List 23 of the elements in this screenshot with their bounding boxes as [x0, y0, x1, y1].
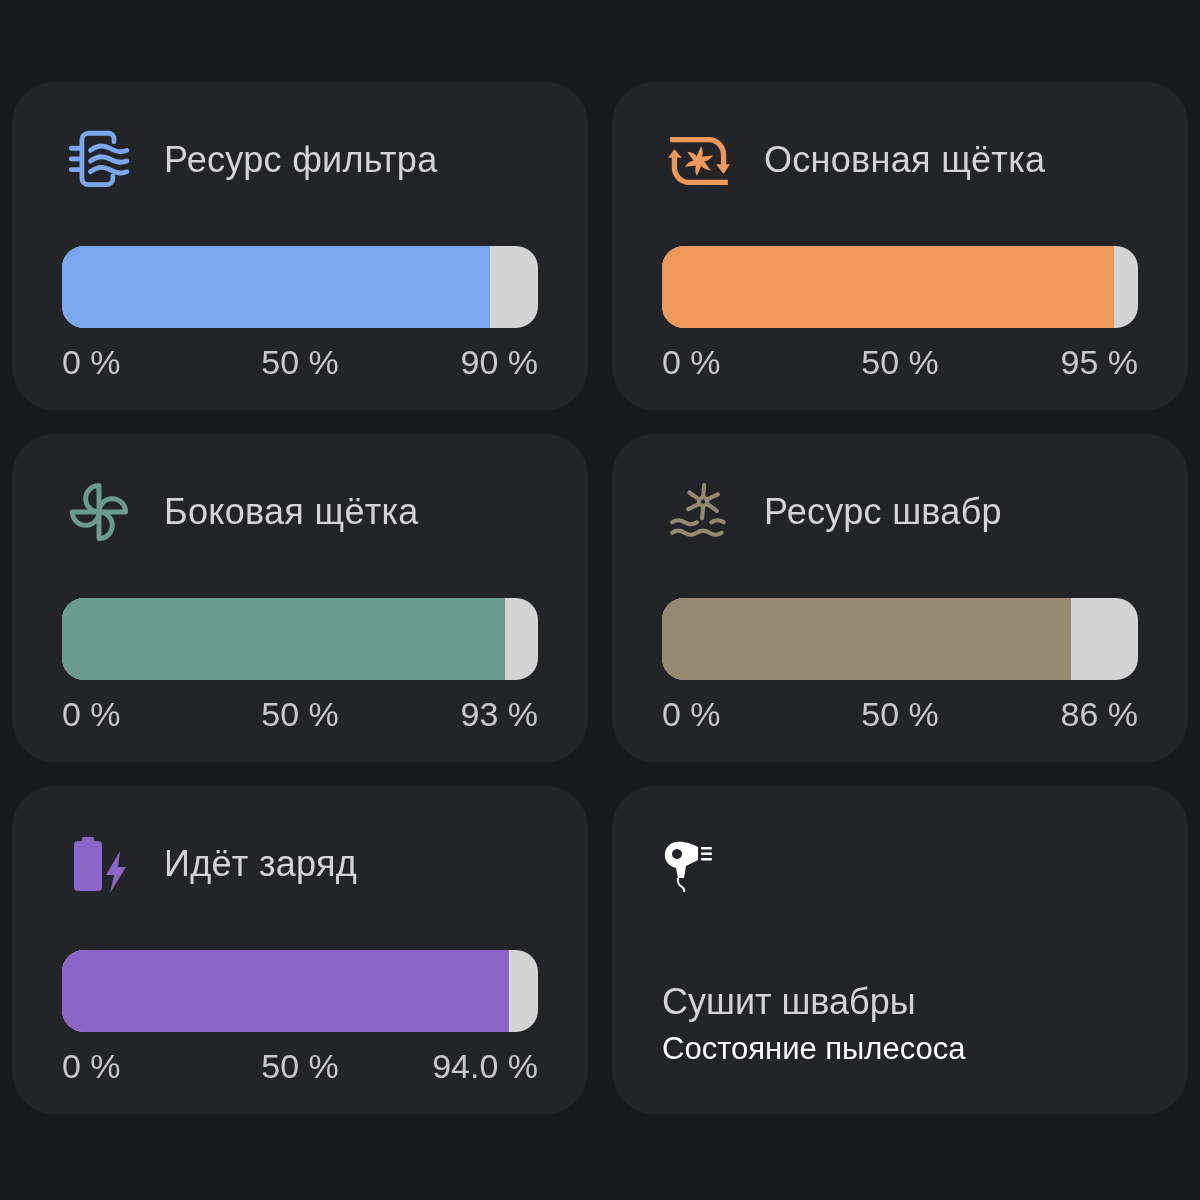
card-title: Идёт заряд	[164, 843, 358, 885]
scale-label: 0 %	[662, 342, 721, 382]
scale-label: 94.0 %	[432, 1046, 538, 1086]
scale-label: 50 %	[261, 1046, 339, 1086]
scale-label: 93 %	[460, 694, 538, 734]
pinwheel-icon	[68, 481, 130, 543]
card-title: Боковая щётка	[164, 491, 419, 533]
scale-label: 95 %	[1060, 342, 1138, 382]
scale-label: 86 %	[1060, 694, 1138, 734]
card-title: Ресурс швабр	[764, 491, 1002, 533]
scale-label: 50 %	[861, 694, 939, 734]
status-label: Состояние пылесоса	[662, 1030, 967, 1068]
scale-label: 0 %	[62, 342, 121, 382]
scale-label: 50 %	[261, 342, 339, 382]
scale-label: 50 %	[261, 694, 339, 734]
scale-label: 50 %	[861, 342, 939, 382]
scale-label: 0 %	[662, 694, 721, 734]
scale-label: 0 %	[62, 1046, 121, 1086]
scale-label: 90 %	[460, 342, 538, 382]
card-title: Основная щётка	[764, 139, 1046, 181]
scale-label: 0 %	[62, 694, 121, 734]
card-title: Ресурс фильтра	[164, 139, 438, 181]
status-value: Сушит швабры	[662, 980, 917, 1024]
